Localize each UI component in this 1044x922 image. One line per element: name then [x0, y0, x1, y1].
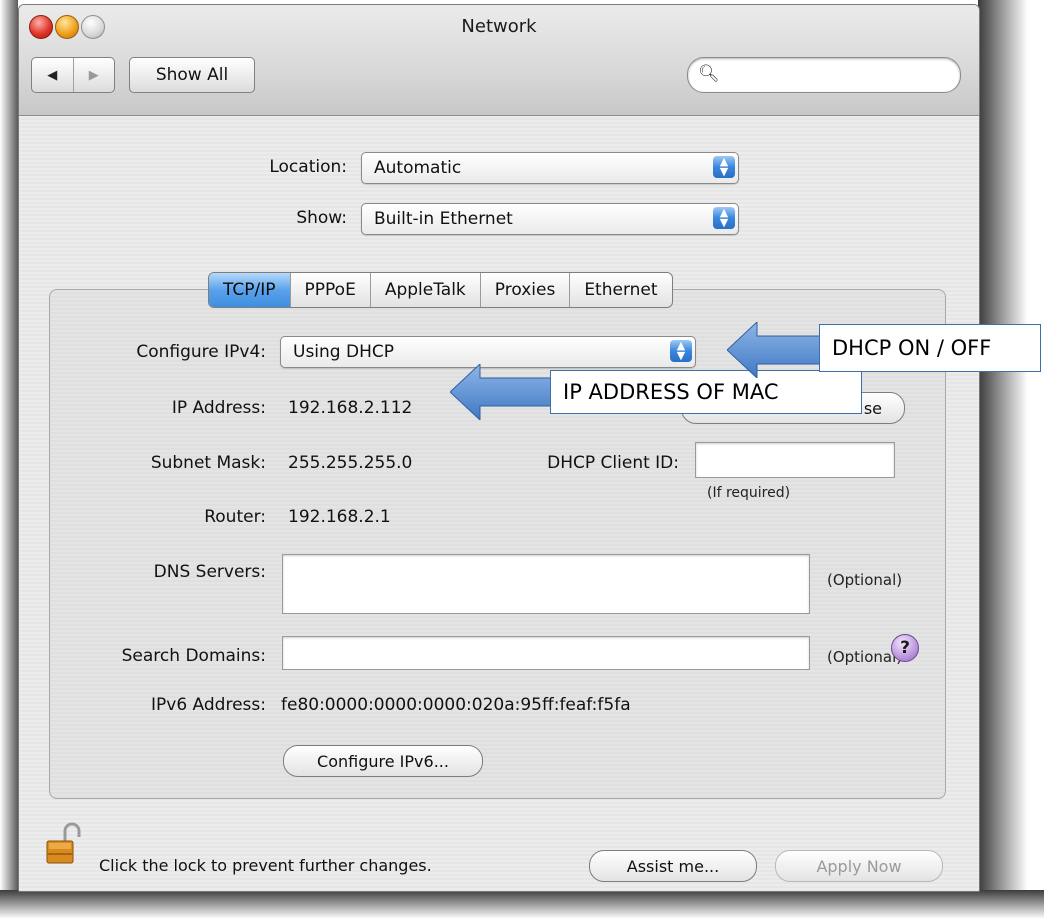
location-value: Automatic — [374, 158, 462, 178]
window-title: Network — [461, 16, 537, 37]
subnet-mask-value: 255.255.255.0 — [288, 453, 413, 473]
location-label: Location: — [269, 157, 347, 177]
tab-tcpip[interactable]: TCP/IP — [209, 273, 291, 307]
ipv6-address-value: fe80:0000:0000:0000:020a:95ff:feaf:f5fa — [281, 695, 631, 715]
show-popup[interactable]: Built-in Ethernet ▲ ▼ — [361, 203, 739, 235]
tab-bar: TCP/IP PPPoE AppleTalk Proxies Ethernet — [208, 272, 673, 308]
ip-annotation-arrow — [450, 364, 562, 420]
title-bar: Network ◀ ▶ Show All 🔍︎ — [19, 5, 979, 116]
ip-address-value: 192.168.2.112 — [288, 398, 413, 418]
preferences-content: Location: Automatic ▲ ▼ Show: Built-in Et… — [19, 116, 979, 891]
help-icon[interactable]: ? — [891, 634, 919, 662]
popup-arrows-icon: ▲ ▼ — [713, 207, 735, 229]
window-shadow-left — [0, 0, 18, 922]
back-arrow-icon[interactable]: ◀ — [32, 58, 74, 92]
subnet-mask-label: Subnet Mask: — [150, 453, 266, 473]
location-popup[interactable]: Automatic ▲ ▼ — [361, 152, 739, 184]
tab-pppoe[interactable]: PPPoE — [291, 273, 371, 307]
tab-ethernet[interactable]: Ethernet — [570, 273, 671, 307]
configure-ipv4-value: Using DHCP — [293, 342, 394, 362]
client-id-hint: (If required) — [707, 485, 791, 501]
network-window: Network ◀ ▶ Show All 🔍︎ Location: Automa… — [18, 4, 980, 892]
show-value: Built-in Ethernet — [374, 209, 513, 229]
magnifier-icon: 🔍︎ — [698, 64, 720, 84]
window-shadow-bottom — [0, 890, 1044, 922]
dns-servers-field[interactable] — [282, 554, 810, 614]
assist-me-button[interactable]: Assist me... — [589, 850, 757, 882]
tab-appletalk[interactable]: AppleTalk — [371, 273, 481, 307]
router-label: Router: — [204, 507, 266, 527]
search-input[interactable]: 🔍︎ — [687, 57, 961, 93]
ipv6-address-label: IPv6 Address: — [151, 695, 266, 715]
apply-now-button[interactable]: Apply Now — [775, 850, 943, 882]
show-label: Show: — [296, 208, 347, 228]
search-domains-field[interactable] — [282, 636, 810, 670]
forward-arrow-icon[interactable]: ▶ — [74, 58, 115, 92]
tab-proxies[interactable]: Proxies — [481, 273, 571, 307]
show-all-button[interactable]: Show All — [129, 57, 255, 93]
dhcp-callout: DHCP ON / OFF — [819, 324, 1041, 372]
configure-ipv4-label: Configure IPv4: — [136, 342, 266, 362]
dhcp-client-id-field[interactable] — [695, 442, 895, 478]
window-shadow-right — [978, 0, 1044, 922]
dhcp-annotation-arrow — [727, 322, 827, 378]
renew-button-label: se — [863, 398, 882, 418]
configure-ipv6-button[interactable]: Configure IPv6... — [283, 745, 483, 777]
dhcp-client-id-label: DHCP Client ID: — [547, 453, 679, 473]
dns-optional-hint: (Optional) — [827, 571, 903, 589]
dns-servers-label: DNS Servers: — [153, 562, 266, 582]
popup-arrows-icon: ▲ ▼ — [670, 340, 692, 362]
lock-icon[interactable] — [45, 821, 81, 865]
router-value: 192.168.2.1 — [288, 507, 391, 527]
search-domains-label: Search Domains: — [121, 646, 266, 666]
popup-arrows-icon: ▲ ▼ — [713, 156, 735, 178]
ip-address-label: IP Address: — [171, 398, 266, 418]
lock-status-text: Click the lock to prevent further change… — [99, 856, 432, 875]
back-forward-control: ◀ ▶ — [31, 57, 115, 93]
